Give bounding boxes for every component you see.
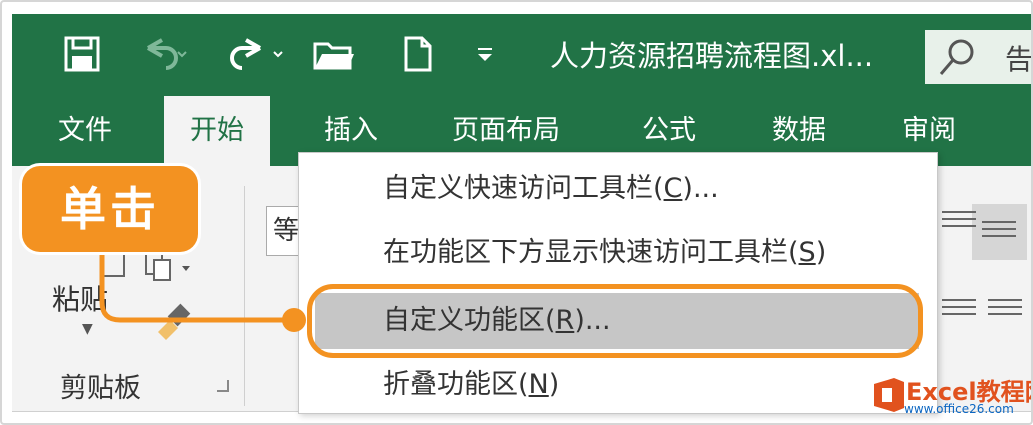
excel-window: 人力资源招聘流程图.xl... 告 文件 开始 插入 页面布局 公式 数据 审阅… bbox=[0, 0, 1033, 425]
callout-text: 单击 bbox=[60, 182, 160, 236]
watermark-url: www.office26.com bbox=[904, 402, 1014, 416]
office-logo-icon bbox=[874, 378, 904, 412]
click-callout: 单击 bbox=[22, 166, 198, 252]
watermark: Excel教程网 www.office26.com bbox=[870, 372, 1031, 422]
